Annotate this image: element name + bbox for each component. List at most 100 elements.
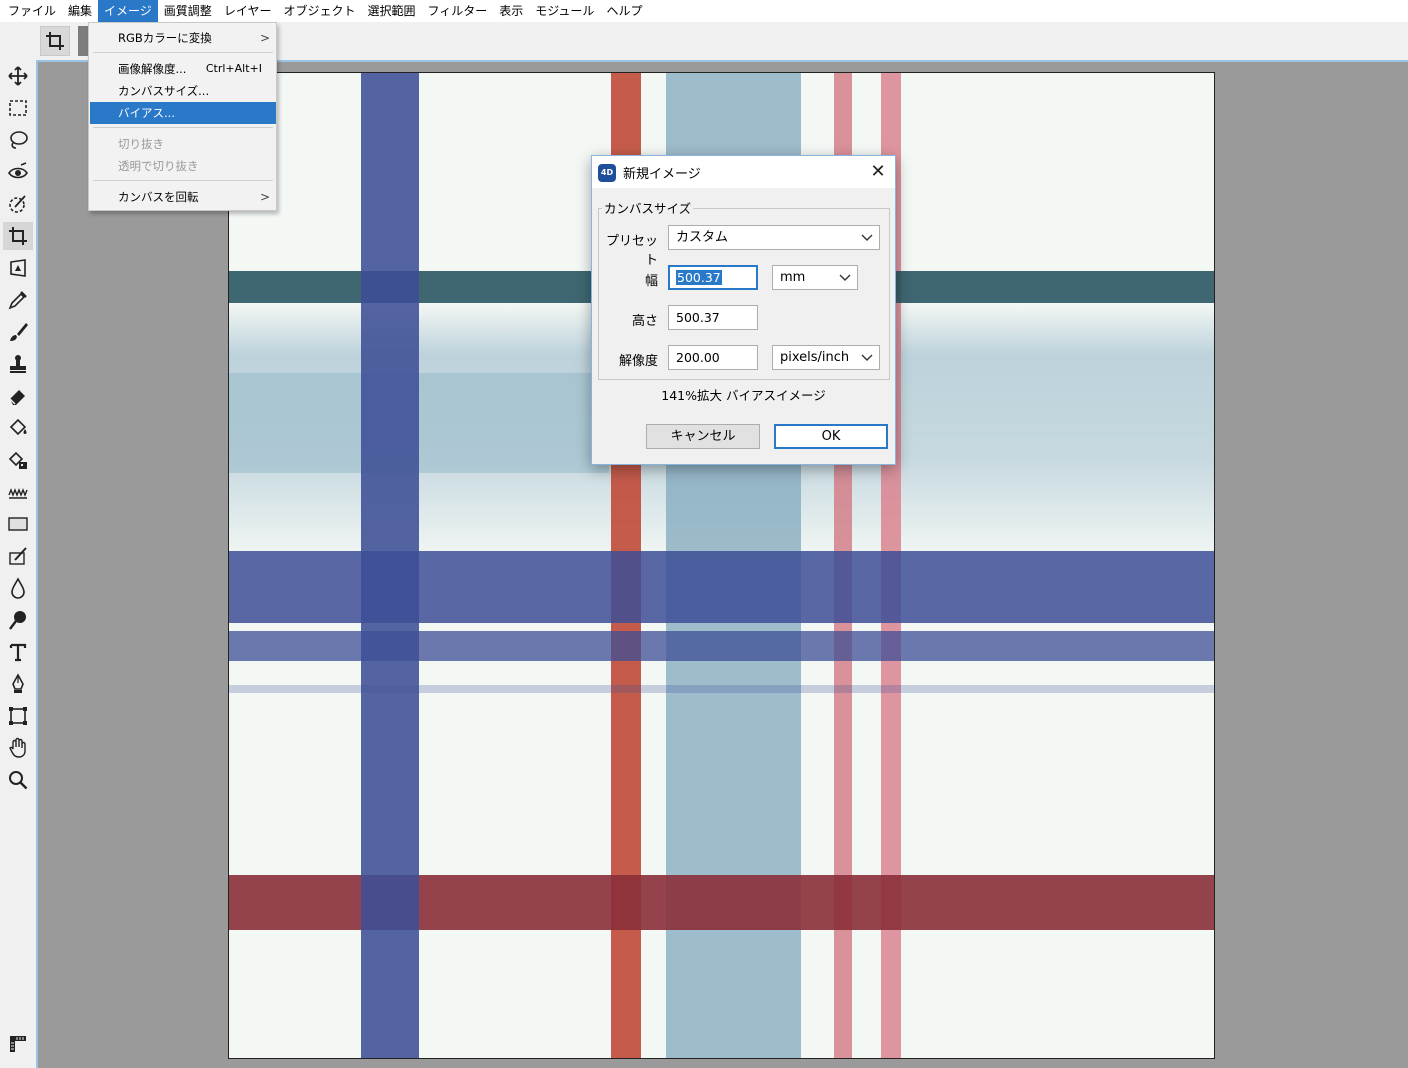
menu-item-bias[interactable]: バイアス... [90,102,276,124]
rectangle-tool[interactable] [3,510,33,538]
width-unit-select[interactable]: mm [772,265,858,290]
move-tool[interactable] [3,62,33,90]
menu-adjust[interactable]: 画質調整 [158,0,218,22]
resolution-unit-value: pixels/inch [780,350,850,365]
height-field[interactable]: 500.37 [668,305,758,330]
menu-select[interactable]: 選択範囲 [361,0,421,22]
retouch-tool[interactable] [3,542,33,570]
height-label: 高さ [631,314,658,329]
menu-separator [93,180,273,181]
hand-tool[interactable] [3,734,33,762]
height-value: 500.37 [676,310,720,325]
menu-item-label: カンバスサイズ... [118,84,210,98]
resolution-label: 解像度 [618,354,658,369]
quick-select-icon [9,195,26,213]
menu-object[interactable]: オブジェクト [277,0,361,22]
menu-item-label: 画像解像度... [118,62,187,76]
options-divider [78,26,88,56]
brush-tool[interactable] [3,318,33,346]
gradient-fill-tool[interactable] [3,446,33,474]
wave-tool[interactable] [3,478,33,506]
stripe-vertical-navy [361,73,419,1058]
pen-tool[interactable] [3,670,33,698]
menu-edit[interactable]: 編集 [62,0,98,22]
brush-icon [10,323,28,341]
menu-file[interactable]: ファイル [2,0,62,22]
magnifier-icon [9,771,28,790]
menu-item-shortcut: Ctrl+Alt+I [205,62,262,75]
menu-item-label: 切り抜き [118,137,164,151]
red-eye-tool[interactable] [3,158,33,186]
transform-icon [9,707,27,725]
bias-info-text: 141%拡大 バイアスイメージ [661,388,826,403]
preset-value: カスタム [676,230,729,245]
dodge-icon [9,611,26,630]
width-field[interactable]: 500.37 [668,265,758,290]
ruler-tool[interactable] [3,1030,33,1058]
bucket-icon [9,418,27,436]
blur-tool[interactable] [3,574,33,602]
close-icon[interactable]: ✕ [865,159,891,185]
resolution-unit-select[interactable]: pixels/inch [772,345,880,370]
new-image-dialog: 4D 新規イメージ ✕ カンバスサイズ プリセット カスタム 幅 500.37 … [591,155,896,465]
menu-item-label: 透明で切り抜き [118,159,199,173]
chevron-down-icon [861,234,873,241]
image-menu-dropdown: RGBカラーに変換 > 画像解像度... Ctrl+Alt+I カンバスサイズ.… [88,22,277,211]
eraser-tool[interactable] [3,382,33,410]
quick-select-tool[interactable] [3,190,33,218]
menu-separator [93,52,273,53]
hand-icon [9,737,26,758]
eyedropper-icon [8,291,27,310]
menu-item-crop[interactable]: 切り抜き [90,133,276,155]
clone-stamp-tool[interactable] [3,350,33,378]
wave-icon [8,488,28,499]
app-icon: 4D [598,164,616,182]
resolution-field[interactable]: 200.00 [668,345,758,370]
toolbar [0,60,36,1068]
width-label: 幅 [644,274,658,289]
fill-tool[interactable] [3,414,33,442]
rect-select-tool[interactable] [3,94,33,122]
cancel-button[interactable]: キャンセル [646,424,760,449]
menu-module[interactable]: モジュール [529,0,600,22]
menu-item-label: バイアス... [118,106,175,120]
preset-select[interactable]: カスタム [668,225,880,250]
crop-tool[interactable] [3,222,33,250]
menu-item-canvas-size[interactable]: カンバスサイズ... [90,80,276,102]
dodge-tool[interactable] [3,606,33,634]
menu-item-convert-rgb[interactable]: RGBカラーに変換 > [90,27,276,49]
gradient-bucket-icon [8,451,27,469]
menu-item-image-resolution[interactable]: 画像解像度... Ctrl+Alt+I [90,58,276,80]
lasso-tool[interactable] [3,126,33,154]
chevron-down-icon [861,354,873,361]
eye-icon [8,162,28,179]
menu-item-crop-transparent[interactable]: 透明で切り抜き [90,155,276,177]
stamp-icon [10,355,26,373]
crop-icon [9,227,27,245]
perspective-tool[interactable] [3,254,33,282]
text-icon [9,643,27,662]
width-unit-value: mm [780,270,806,285]
zoom-tool[interactable] [3,766,33,794]
transform-tool[interactable] [3,702,33,730]
ruler-icon [10,1036,26,1052]
menu-image[interactable]: イメージ [98,0,158,22]
text-tool[interactable] [3,638,33,666]
menu-help[interactable]: ヘルプ [600,0,648,22]
crop-icon [46,32,64,50]
resolution-value: 200.00 [676,350,720,365]
menu-filter[interactable]: フィルター [421,0,493,22]
menu-item-rotate-canvas[interactable]: カンバスを回転 > [90,186,276,208]
chevron-down-icon [839,274,851,281]
dialog-title: 新規イメージ [623,167,701,182]
preset-label: プリセット [605,234,658,268]
group-label: カンバスサイズ [602,198,694,217]
retouch-icon [9,547,27,565]
menu-layer[interactable]: レイヤー [218,0,278,22]
submenu-arrow-icon: > [259,190,270,204]
eyedropper-tool[interactable] [3,286,33,314]
crop-option-button[interactable] [40,26,70,56]
ok-button[interactable]: OK [774,424,888,449]
menu-view[interactable]: 表示 [493,0,529,22]
dialog-titlebar[interactable]: 4D 新規イメージ ✕ [592,156,895,188]
